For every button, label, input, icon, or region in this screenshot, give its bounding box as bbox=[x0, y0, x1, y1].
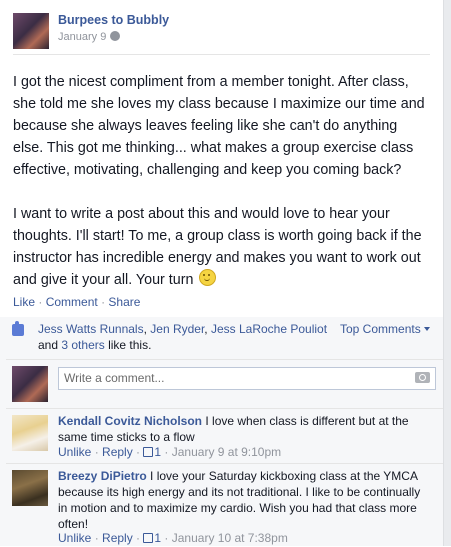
header-divider bbox=[13, 54, 430, 55]
comment-meta: Unlike · Reply · 1 · January 9 at 9:10pm bbox=[58, 445, 282, 459]
post-paragraph-2-text: I want to write a post about this and wo… bbox=[13, 206, 422, 288]
comment-input-placeholder[interactable]: Write a comment... bbox=[64, 371, 164, 385]
comment-avatar[interactable] bbox=[12, 415, 48, 451]
reply-link[interactable]: Reply bbox=[102, 531, 133, 545]
comment-avatar[interactable] bbox=[12, 470, 48, 506]
comment-author-link[interactable]: Kendall Covitz Nicholson bbox=[58, 414, 202, 428]
liker-link[interactable]: Jess Watts Runnals bbox=[38, 322, 144, 336]
like-count-number[interactable]: 1 bbox=[154, 531, 161, 545]
post-actions: Like · Comment · Share bbox=[13, 295, 140, 309]
thumbs-up-icon bbox=[12, 321, 24, 336]
camera-icon[interactable] bbox=[415, 372, 430, 383]
post-date-text[interactable]: January 9 bbox=[58, 31, 106, 43]
top-comments-label[interactable]: Top Comments bbox=[340, 322, 421, 336]
commenter-avatar bbox=[12, 366, 48, 402]
like-count-number[interactable]: 1 bbox=[154, 445, 161, 459]
comment-like-count[interactable]: 1 bbox=[143, 445, 161, 459]
likes-suffix: like this. bbox=[108, 338, 152, 352]
comment-input[interactable]: Write a comment... bbox=[58, 367, 436, 390]
smiley-emoticon-icon bbox=[199, 269, 217, 286]
share-link[interactable]: Share bbox=[108, 295, 140, 309]
thumbs-up-icon bbox=[143, 533, 154, 543]
comment-link[interactable]: Comment bbox=[46, 295, 98, 309]
post-card: Burpees to Bubbly January 9 I got the ni… bbox=[0, 0, 444, 546]
comment-body: Kendall Covitz Nicholson I love when cla… bbox=[58, 413, 428, 445]
others-link[interactable]: 3 others bbox=[61, 338, 104, 352]
comment-body: Breezy DiPietro I love your Saturday kic… bbox=[58, 468, 428, 532]
write-comment-row: Write a comment... bbox=[6, 359, 443, 409]
top-comments-dropdown[interactable]: Top Comments bbox=[340, 322, 430, 336]
comment-item: Breezy DiPietro I love your Saturday kic… bbox=[6, 463, 443, 547]
comment-item: Kendall Covitz Nicholson I love when cla… bbox=[6, 408, 443, 464]
post-paragraph-1: I got the nicest compliment from a membe… bbox=[13, 74, 425, 178]
likes-and: and bbox=[38, 338, 59, 352]
comment-date[interactable]: January 10 at 7:38pm bbox=[172, 531, 288, 545]
page-background-strip bbox=[444, 0, 451, 546]
chevron-down-icon[interactable] bbox=[423, 327, 430, 331]
liker-link[interactable]: Jess LaRoche Pouliot bbox=[211, 322, 327, 336]
comment-meta: Unlike · Reply · 1 · January 10 at 7:38p… bbox=[58, 531, 288, 545]
unlike-link[interactable]: Unlike bbox=[58, 445, 91, 459]
likes-text: Jess Watts Runnals, Jen Ryder, Jess LaRo… bbox=[38, 322, 328, 352]
action-separator: · bbox=[38, 295, 43, 309]
post-date[interactable]: January 9 bbox=[58, 31, 121, 43]
post-paragraph-2: I want to write a post about this and wo… bbox=[13, 203, 431, 291]
likes-summary: Jess Watts Runnals, Jen Ryder, Jess LaRo… bbox=[6, 317, 443, 359]
like-link[interactable]: Like bbox=[13, 295, 35, 309]
page-name-link[interactable]: Burpees to Bubbly bbox=[58, 13, 169, 27]
comment-date[interactable]: January 9 at 9:10pm bbox=[172, 445, 281, 459]
reply-link[interactable]: Reply bbox=[102, 445, 133, 459]
comment-author-link[interactable]: Breezy DiPietro bbox=[58, 469, 147, 483]
liker-link[interactable]: Jen Ryder bbox=[150, 322, 204, 336]
unlike-link[interactable]: Unlike bbox=[58, 531, 91, 545]
post-text: I got the nicest compliment from a membe… bbox=[13, 71, 431, 291]
globe-icon bbox=[110, 31, 121, 41]
thumbs-up-icon bbox=[143, 447, 154, 457]
comment-like-count[interactable]: 1 bbox=[143, 531, 161, 545]
feedback-section: Jess Watts Runnals, Jen Ryder, Jess LaRo… bbox=[0, 317, 443, 546]
action-separator: · bbox=[101, 295, 106, 309]
page-avatar[interactable] bbox=[13, 13, 49, 49]
